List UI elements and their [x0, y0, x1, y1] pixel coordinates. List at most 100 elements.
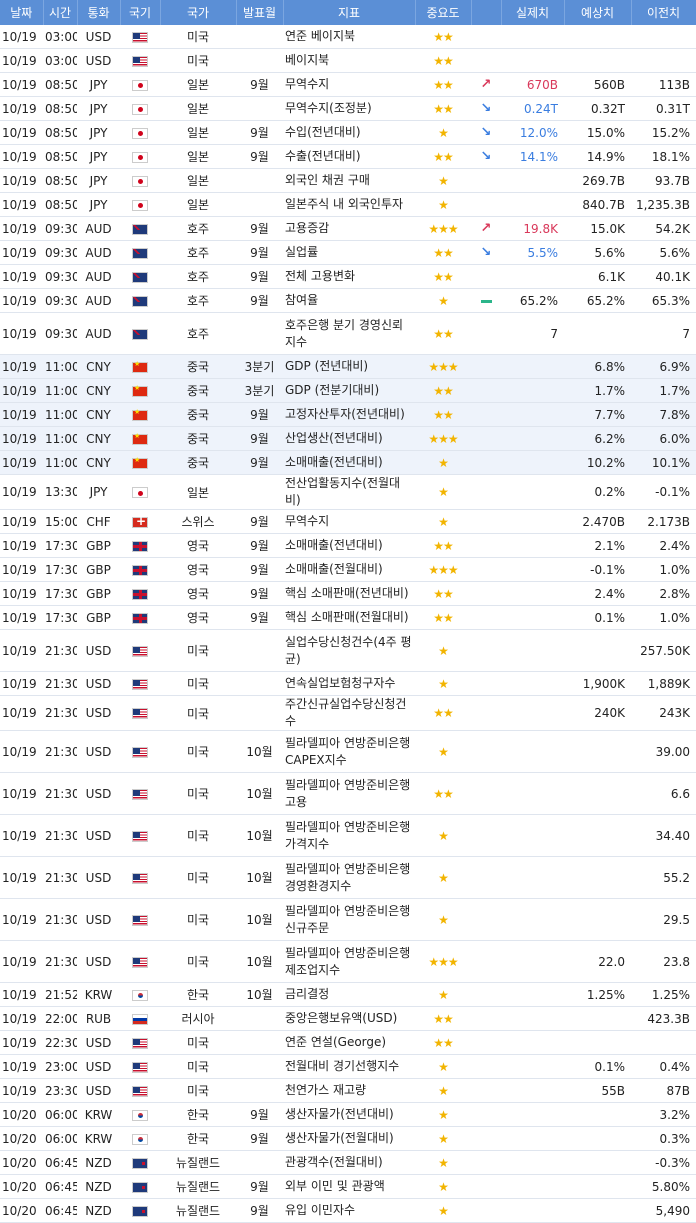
- table-row[interactable]: 10/19 11:00 CNY 중국 9월 산업생산(전년대비) ★★★ 6.2…: [0, 426, 696, 451]
- col-forecast[interactable]: 예상치: [564, 0, 632, 25]
- table-row[interactable]: 10/19 08:50 JPY 일본 무역수지(조정분) ★★ ↘ 0.24T …: [0, 96, 696, 121]
- table-row[interactable]: 10/19 09:30 AUD 호주 9월 참여율 ★ 65.2% 65.2% …: [0, 288, 696, 313]
- cell-indicator[interactable]: 중앙은행보유액(USD): [283, 1006, 415, 1031]
- cell-indicator[interactable]: 외부 이민 및 관광액: [283, 1174, 415, 1199]
- table-row[interactable]: 10/19 09:30 AUD 호주 9월 고용증감 ★★★ ↗ 19.8K 1…: [0, 216, 696, 241]
- cell-indicator[interactable]: 핵심 소매판매(전년대비): [283, 581, 415, 606]
- cell-indicator[interactable]: 연준 연설(George): [283, 1030, 415, 1055]
- cell-indicator[interactable]: 필라델피아 연방준비은행 CAPEX지수: [283, 730, 415, 773]
- table-row[interactable]: 10/19 21:30 USD 미국 주간신규실업수당신청건수 ★★ 240K …: [0, 695, 696, 731]
- cell-forecast: [564, 1030, 631, 1055]
- cell-indicator[interactable]: 무역수지: [283, 509, 415, 534]
- cell-indicator[interactable]: 전체 고용변화: [283, 264, 415, 289]
- table-row[interactable]: 10/19 13:30 JPY 일본 전산업활동지수(전월대비) ★ 0.2% …: [0, 474, 696, 510]
- cell-indicator[interactable]: 무역수지(조정분): [283, 96, 415, 121]
- table-row[interactable]: 10/19 09:30 AUD 호주 9월 실업률 ★★ ↘ 5.5% 5.6%…: [0, 240, 696, 265]
- table-row[interactable]: 10/19 17:30 GBP 영국 9월 핵심 소매판매(전년대비) ★★ 2…: [0, 581, 696, 606]
- cell-indicator[interactable]: 실업률: [283, 240, 415, 265]
- table-row[interactable]: 10/19 21:52 KRW 한국 10월 금리결정 ★ 1.25% 1.25…: [0, 982, 696, 1007]
- col-previous[interactable]: 이전치: [631, 0, 696, 25]
- cell-indicator[interactable]: 소매매출(전월대비): [283, 557, 415, 582]
- cell-indicator[interactable]: 호주은행 분기 경영신뢰지수: [283, 312, 415, 355]
- table-row[interactable]: 10/19 23:30 USD 미국 천연가스 재고량 ★ 55B 87B: [0, 1078, 696, 1103]
- table-row[interactable]: 10/20 06:45 NZD 뉴질랜드 9월 유입 이민자수 ★ 5,490: [0, 1198, 696, 1223]
- cell-indicator[interactable]: 외국인 채권 구매: [283, 168, 415, 193]
- cell-indicator[interactable]: 유입 이민자수: [283, 1198, 415, 1223]
- cell-indicator[interactable]: 연준 베이지북: [283, 25, 415, 49]
- cell-indicator[interactable]: 필라델피아 연방준비은행 경영환경지수: [283, 856, 415, 899]
- table-row[interactable]: 10/19 22:30 USD 미국 연준 연설(George) ★★: [0, 1030, 696, 1055]
- table-row[interactable]: 10/19 23:00 USD 미국 전월대비 경기선행지수 ★ 0.1% 0.…: [0, 1054, 696, 1079]
- col-date[interactable]: 날짜: [0, 0, 44, 25]
- table-row[interactable]: 10/19 21:30 USD 미국 10월 필라델피아 연방준비은행 가격지수…: [0, 814, 696, 857]
- table-row[interactable]: 10/19 03:00 USD 미국 연준 베이지북 ★★: [0, 25, 696, 49]
- cell-indicator[interactable]: 수입(전년대비): [283, 120, 415, 145]
- cell-indicator[interactable]: 산업생산(전년대비): [283, 426, 415, 451]
- cell-indicator[interactable]: 필라델피아 연방준비은행 가격지수: [283, 814, 415, 857]
- cell-indicator[interactable]: 베이지북: [283, 48, 415, 73]
- cell-indicator[interactable]: 금리결정: [283, 982, 415, 1007]
- table-row[interactable]: 10/19 08:50 JPY 일본 일본주식 내 외국인투자 ★ 840.7B…: [0, 192, 696, 217]
- cell-indicator[interactable]: 무역수지: [283, 72, 415, 97]
- cell-indicator[interactable]: 생산자물가(전월대비): [283, 1126, 415, 1151]
- table-row[interactable]: 10/19 11:00 CNY 중국 3분기 GDP (전분기대비) ★★ 1.…: [0, 378, 696, 403]
- col-country[interactable]: 국가: [160, 0, 237, 25]
- cell-indicator[interactable]: 필라델피아 연방준비은행 고용: [283, 772, 415, 815]
- table-row[interactable]: 10/19 17:30 GBP 영국 9월 소매매출(전년대비) ★★ 2.1%…: [0, 533, 696, 558]
- table-row[interactable]: 10/20 06:45 NZD 뉴질랜드 9월 외부 이민 및 관광액 ★ 5.…: [0, 1174, 696, 1199]
- table-row[interactable]: 10/19 11:00 CNY 중국 9월 고정자산투자(전년대비) ★★ 7.…: [0, 402, 696, 427]
- table-row[interactable]: 10/19 21:30 USD 미국 10월 필라델피아 연방준비은행 고용 ★…: [0, 772, 696, 815]
- col-indicator[interactable]: 지표: [283, 0, 416, 25]
- table-row[interactable]: 10/19 11:00 CNY 중국 3분기 GDP (전년대비) ★★★ 6.…: [0, 354, 696, 379]
- cell-indicator[interactable]: 소매매출(전년대비): [283, 533, 415, 558]
- table-row[interactable]: 10/19 08:50 JPY 일본 외국인 채권 구매 ★ 269.7B 93…: [0, 168, 696, 193]
- table-row[interactable]: 10/19 08:50 JPY 일본 9월 무역수지 ★★ ↗ 670B 560…: [0, 72, 696, 97]
- cell-indicator[interactable]: 일본주식 내 외국인투자: [283, 192, 415, 217]
- cell-flag: [120, 288, 160, 313]
- table-row[interactable]: 10/19 21:30 USD 미국 연속실업보험청구자수 ★ 1,900K 1…: [0, 671, 696, 696]
- col-currency[interactable]: 통화: [77, 0, 121, 25]
- cell-indicator[interactable]: 핵심 소매판매(전월대비): [283, 605, 415, 630]
- cell-indicator[interactable]: 필라델피아 연방준비은행 신규주문: [283, 898, 415, 941]
- cell-indicator[interactable]: GDP (전분기대비): [283, 378, 415, 403]
- cell-indicator[interactable]: 천연가스 재고량: [283, 1078, 415, 1103]
- table-row[interactable]: 10/19 21:30 USD 미국 10월 필라델피아 연방준비은행 제조업지…: [0, 940, 696, 983]
- cell-indicator[interactable]: 수출(전년대비): [283, 144, 415, 169]
- table-row[interactable]: 10/20 06:00 KRW 한국 9월 생산자물가(전년대비) ★ 3.2%: [0, 1102, 696, 1127]
- table-row[interactable]: 10/20 06:45 NZD 뉴질랜드 관광객수(전월대비) ★ -0.3%: [0, 1150, 696, 1175]
- table-row[interactable]: 10/19 21:30 USD 미국 10월 필라델피아 연방준비은행 CAPE…: [0, 730, 696, 773]
- table-row[interactable]: 10/19 21:30 USD 미국 10월 필라델피아 연방준비은행 경영환경…: [0, 856, 696, 899]
- cell-indicator[interactable]: 실업수당신청건수(4주 평균): [283, 629, 415, 672]
- table-row[interactable]: 10/19 21:30 USD 미국 실업수당신청건수(4주 평균) ★ 257…: [0, 629, 696, 672]
- cell-indicator[interactable]: 고용증감: [283, 216, 415, 241]
- table-row[interactable]: 10/19 09:30 AUD 호주 호주은행 분기 경영신뢰지수 ★★ 7 7: [0, 312, 696, 355]
- table-row[interactable]: 10/19 15:00 CHF 스위스 9월 무역수지 ★ 2.470B 2.1…: [0, 509, 696, 534]
- cell-indicator[interactable]: 필라델피아 연방준비은행 제조업지수: [283, 940, 415, 983]
- cell-indicator[interactable]: 전월대비 경기선행지수: [283, 1054, 415, 1079]
- table-row[interactable]: 10/19 08:50 JPY 일본 9월 수입(전년대비) ★ ↘ 12.0%…: [0, 120, 696, 145]
- table-row[interactable]: 10/19 08:50 JPY 일본 9월 수출(전년대비) ★★ ↘ 14.1…: [0, 144, 696, 169]
- col-actual[interactable]: 실제치: [501, 0, 565, 25]
- col-time[interactable]: 시간: [43, 0, 78, 25]
- col-month[interactable]: 발표월: [236, 0, 284, 25]
- col-importance[interactable]: 중요도: [415, 0, 472, 25]
- cell-indicator[interactable]: 소매매출(전년대비): [283, 450, 415, 475]
- cell-indicator[interactable]: 생산자물가(전년대비): [283, 1102, 415, 1127]
- table-row[interactable]: 10/20 06:00 KRW 한국 9월 생산자물가(전월대비) ★ 0.3%: [0, 1126, 696, 1151]
- cell-indicator[interactable]: 주간신규실업수당신청건수: [283, 695, 415, 731]
- cell-time: 11:00: [43, 450, 77, 475]
- table-row[interactable]: 10/19 17:30 GBP 영국 9월 핵심 소매판매(전월대비) ★★ 0…: [0, 605, 696, 630]
- cell-indicator[interactable]: 전산업활동지수(전월대비): [283, 474, 415, 510]
- table-row[interactable]: 10/19 21:30 USD 미국 10월 필라델피아 연방준비은행 신규주문…: [0, 898, 696, 941]
- cell-indicator[interactable]: 고정자산투자(전년대비): [283, 402, 415, 427]
- table-row[interactable]: 10/19 22:00 RUB 러시아 중앙은행보유액(USD) ★★ 423.…: [0, 1006, 696, 1031]
- table-row[interactable]: 10/19 03:00 USD 미국 베이지북 ★★: [0, 48, 696, 73]
- table-row[interactable]: 10/19 11:00 CNY 중국 9월 소매매출(전년대비) ★ 10.2%…: [0, 450, 696, 475]
- cell-indicator[interactable]: 연속실업보험청구자수: [283, 671, 415, 696]
- cell-indicator[interactable]: 참여율: [283, 288, 415, 313]
- cell-indicator[interactable]: GDP (전년대비): [283, 354, 415, 379]
- table-row[interactable]: 10/19 09:30 AUD 호주 9월 전체 고용변화 ★★ 6.1K 40…: [0, 264, 696, 289]
- cell-previous: 113B: [631, 72, 696, 97]
- cell-indicator[interactable]: 관광객수(전월대비): [283, 1150, 415, 1175]
- table-row[interactable]: 10/19 17:30 GBP 영국 9월 소매매출(전월대비) ★★★ -0.…: [0, 557, 696, 582]
